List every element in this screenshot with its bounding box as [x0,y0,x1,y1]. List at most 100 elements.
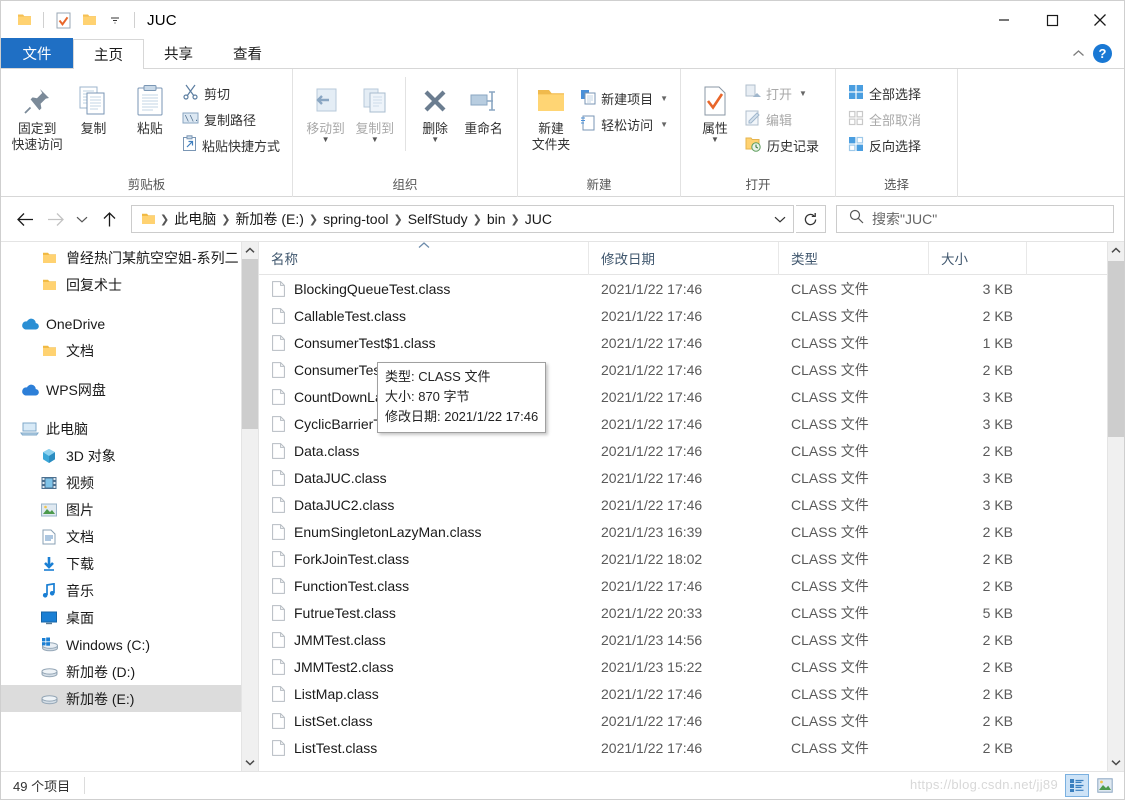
tab-home[interactable]: 主页 [73,39,144,69]
edit-button[interactable]: 编辑 [741,106,823,132]
select-none-button[interactable]: 全部取消 [844,106,925,132]
sidebar-item-documents[interactable]: 文档 [1,523,258,550]
history-button[interactable]: 历史记录 [741,132,823,158]
column-header-date[interactable]: 修改日期 [589,242,779,275]
chevron-up-icon[interactable] [242,242,258,259]
delete-button[interactable]: 删除 ▼ [412,75,458,143]
new-folder-icon[interactable] [76,7,102,33]
customize-dropdown-icon[interactable] [102,7,128,33]
rename-button[interactable]: 重命名 [458,75,509,137]
chevron-up-icon[interactable] [1072,46,1085,61]
column-header-label: 大小 [941,252,968,267]
table-row[interactable]: ConsumerTest$1.class 2021/1/22 17:46 CLASS… [259,329,1124,356]
file-rows: BlockingQueueTest.class 2021/1/22 17:46 CL… [259,275,1124,761]
refresh-button[interactable] [796,205,826,233]
column-header-label: 类型 [791,252,818,267]
scrollbar-thumb[interactable] [1108,261,1124,437]
file-list-scrollbar[interactable] [1107,242,1124,771]
table-row[interactable]: DataJUC2.class 2021/1/22 17:46 CLASS 文件 3 K… [259,491,1124,518]
properties-button[interactable]: 属性 ▼ [689,75,741,143]
file-date-cell: 2021/1/22 18:02 [601,550,703,567]
chevron-up-icon[interactable] [1108,242,1124,259]
sidebar-item-desktop[interactable]: 桌面 [1,604,258,631]
breadcrumb-item-2[interactable]: spring-tool [319,211,392,227]
table-row[interactable]: ListSet.class 2021/1/22 17:46 CLASS 文件 2 KB [259,707,1124,734]
chevron-down-icon[interactable] [767,206,793,232]
table-row[interactable]: ListTest.class 2021/1/22 17:46 CLASS 文件 2 K… [259,734,1124,761]
open-button[interactable]: 打开 ▼ [741,80,823,106]
paste-button[interactable]: 粘贴 [122,75,178,137]
close-button[interactable] [1076,1,1124,39]
table-row[interactable]: JMMTest.class 2021/1/23 14:56 CLASS 文件 2 KB [259,626,1124,653]
sidebar-item-this-pc[interactable]: 此电脑 [1,415,258,442]
sidebar-item-onedrive[interactable]: OneDrive [1,310,258,337]
sidebar-item-drive-e[interactable]: 新加卷 (E:) [1,685,258,712]
table-row[interactable]: JMMTest2.class 2021/1/23 15:22 CLASS 文件 2 K… [259,653,1124,680]
sidebar-item-videos[interactable]: 视频 [1,469,258,496]
search-input[interactable]: 搜索"JUC" [872,209,937,229]
table-row[interactable]: BlockingQueueTest.class 2021/1/22 17:46 CL… [259,275,1124,302]
sidebar-item-3d-objects[interactable]: 3D 对象 [1,442,258,469]
select-none-label: 全部取消 [869,112,922,128]
address-bar[interactable]: ❯ 此电脑 ❯ 新加卷 (E:) ❯ spring-tool ❯ SelfStu… [131,205,794,233]
sidebar-item-onedrive-docs[interactable]: 文档 [1,337,258,364]
sidebar-item-downloads[interactable]: 下载 [1,550,258,577]
column-header-size[interactable]: 大小 [929,242,1027,275]
breadcrumb-item-3[interactable]: SelfStudy [404,211,472,227]
maximize-button[interactable] [1028,1,1076,39]
sidebar-item-0[interactable]: 曾经热门某航空空姐-系列二 [1,244,258,271]
address-bar-row: ❯ 此电脑 ❯ 新加卷 (E:) ❯ spring-tool ❯ SelfStu… [1,197,1124,241]
details-view-icon[interactable] [1065,774,1089,797]
easy-access-button[interactable]: 轻松访问 ▼ [576,111,672,137]
cut-button[interactable]: 剪切 [178,80,284,106]
chevron-down-icon[interactable] [242,754,258,771]
sidebar-item-pictures[interactable]: 图片 [1,496,258,523]
forward-button[interactable] [41,205,69,233]
table-row[interactable]: Data.class 2021/1/22 17:46 CLASS 文件 2 KB [259,437,1124,464]
new-item-button[interactable]: 新建项目 ▼ [576,85,672,111]
column-header-name[interactable]: 名称 [259,242,589,275]
sidebar-item-1[interactable]: 回复术士 [1,271,258,298]
tab-view[interactable]: 查看 [213,38,282,68]
sidebar-item-wps-cloud[interactable]: WPS网盘 [1,376,258,403]
table-row[interactable]: DataJUC.class 2021/1/22 17:46 CLASS 文件 3 KB [259,464,1124,491]
tab-share[interactable]: 共享 [144,38,213,68]
sidebar-item-windows-c[interactable]: Windows (C:) [1,631,258,658]
breadcrumb-item-0[interactable]: 此电脑 [170,209,220,229]
breadcrumb-item-1[interactable]: 新加卷 (E:) [231,209,307,229]
navigation-scrollbar[interactable] [241,242,258,771]
copy-to-button[interactable]: 复制到 ▼ [350,75,399,143]
properties-check-icon[interactable] [50,7,76,33]
paste-shortcut-button[interactable]: 粘贴快捷方式 [178,132,284,158]
select-all-button[interactable]: 全部选择 [844,80,925,106]
sidebar-item-music[interactable]: 音乐 [1,577,258,604]
back-button[interactable] [11,205,39,233]
move-to-button[interactable]: 移动到 ▼ [301,75,350,143]
breadcrumb-item-4[interactable]: bin [483,211,510,227]
large-icons-view-icon[interactable] [1094,775,1116,796]
table-row[interactable]: EnumSingletonLazyMan.class 2021/1/23 16:3… [259,518,1124,545]
breadcrumb-item-5[interactable]: JUC [521,211,556,227]
view-mode-buttons [1065,774,1116,797]
table-row[interactable]: CallableTest.class 2021/1/22 17:46 CLASS 文… [259,302,1124,329]
table-row[interactable]: FutrueTest.class 2021/1/22 20:33 CLASS 文件 5… [259,599,1124,626]
tab-file[interactable]: 文件 [1,38,73,68]
table-row[interactable]: FunctionTest.class 2021/1/22 17:46 CLASS 文… [259,572,1124,599]
copy-path-button[interactable]: \\.. 复制路径 [178,106,284,132]
copy-button[interactable]: 复制 [65,75,121,137]
chevron-down-icon[interactable] [1108,754,1124,771]
help-icon[interactable]: ? [1093,43,1112,63]
table-row[interactable]: ForkJoinTest.class 2021/1/22 18:02 CLASS 文… [259,545,1124,572]
scrollbar-thumb[interactable] [242,259,258,429]
sidebar-item-drive-d[interactable]: 新加卷 (D:) [1,658,258,685]
file-date-cell: 2021/1/22 17:46 [601,388,703,405]
recent-locations-button[interactable] [71,205,93,233]
table-row[interactable]: ListMap.class 2021/1/22 17:46 CLASS 文件 2 KB [259,680,1124,707]
invert-selection-button[interactable]: 反向选择 [844,132,925,158]
up-button[interactable] [95,205,123,233]
search-box[interactable]: 搜索"JUC" [836,205,1114,233]
minimize-button[interactable] [980,1,1028,39]
column-header-type[interactable]: 类型 [779,242,929,275]
new-folder-button[interactable]: 新建 文件夹 [526,75,576,153]
pin-to-quick-access-button[interactable]: 固定到 快速访问 [9,75,65,153]
